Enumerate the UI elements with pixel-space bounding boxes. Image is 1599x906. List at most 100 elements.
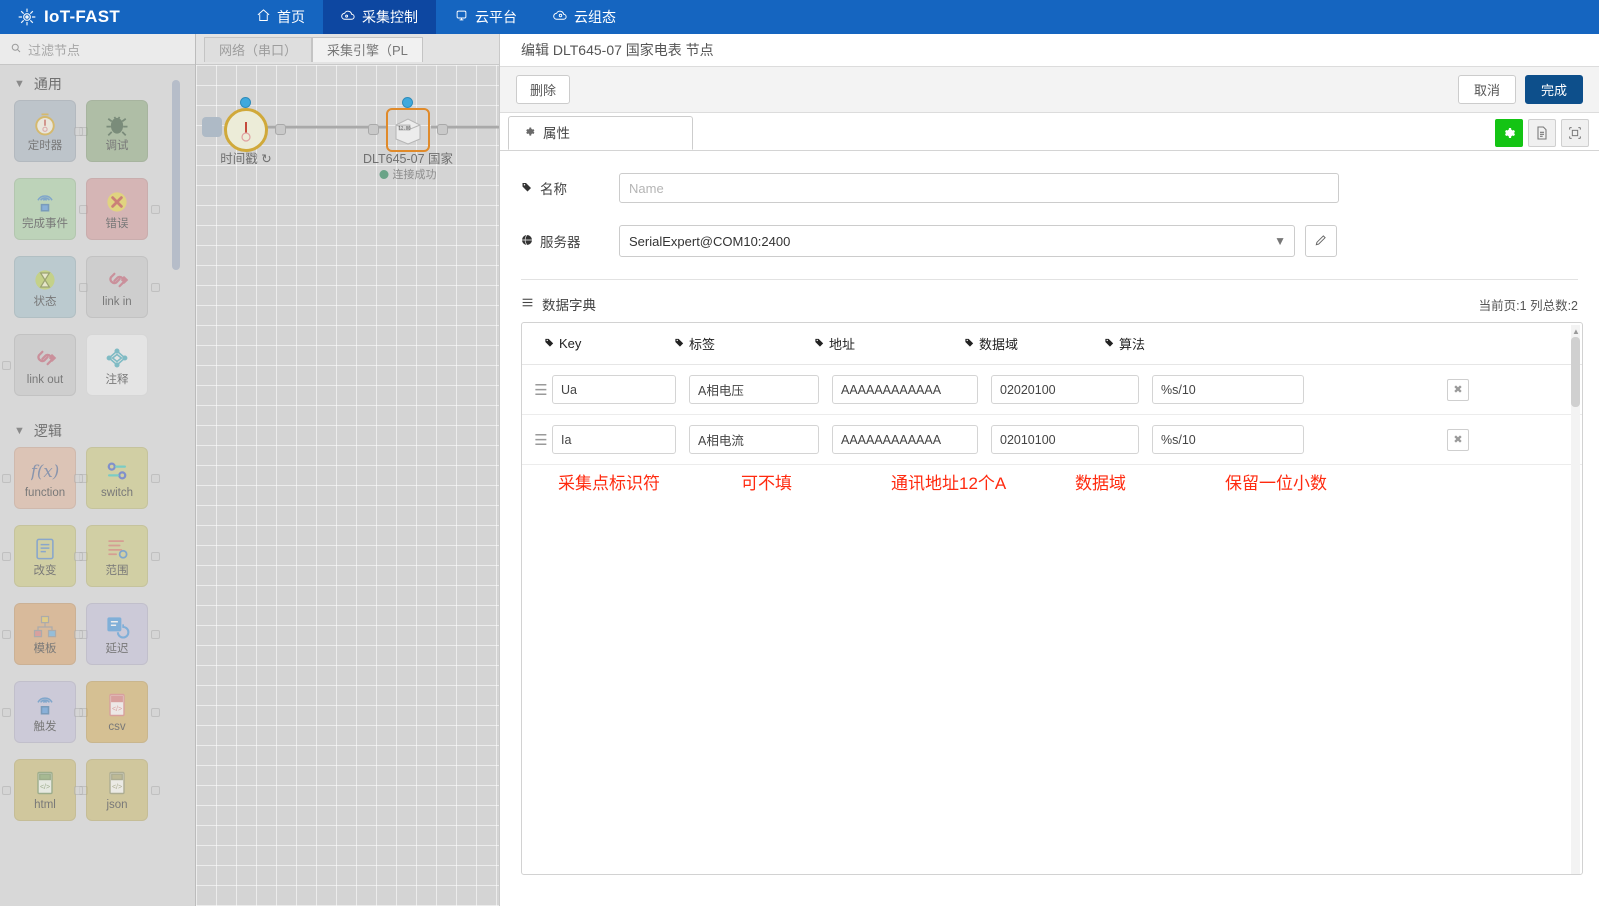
nav-item-acquisition-control[interactable]: 采集控制 xyxy=(323,0,436,34)
row-delete-button[interactable]: ✖ xyxy=(1447,378,1469,401)
palette-node-change[interactable]: 改变 xyxy=(2,525,88,587)
flow-canvas-area: 网络（串口） 采集引擎（PL 时间戳 ↻ 12.80 DLT645-07 国家 … xyxy=(196,34,499,906)
flow-node-status: 连接成功 xyxy=(379,166,437,182)
scrollbar-thumb[interactable] xyxy=(1571,337,1580,407)
palette-node-switch[interactable]: switch xyxy=(74,447,160,509)
row-key-input[interactable] xyxy=(552,425,676,454)
node-input-port xyxy=(74,786,83,795)
svg-text:</>: </> xyxy=(40,784,50,791)
list-icon xyxy=(521,296,534,312)
flow-grid[interactable]: 时间戳 ↻ 12.80 DLT645-07 国家 连接成功 xyxy=(196,65,499,906)
tag-icon xyxy=(521,181,533,196)
row-address-input[interactable] xyxy=(832,425,978,454)
appearance-icon[interactable] xyxy=(1561,119,1589,147)
node-input-port xyxy=(74,630,83,639)
brand-name: IoT-FAST xyxy=(44,7,121,26)
node-selected-handle[interactable] xyxy=(240,97,251,108)
server-select[interactable]: SerialExpert@COM10:2400 xyxy=(619,225,1295,257)
palette-category-common[interactable]: ▼ 通用 xyxy=(0,65,195,100)
node-input-port[interactable] xyxy=(368,124,379,135)
palette-node-label: json xyxy=(106,799,128,812)
description-icon[interactable] xyxy=(1528,119,1556,147)
node-selected-handle[interactable] xyxy=(402,97,413,108)
row-delete-button[interactable]: ✖ xyxy=(1447,428,1469,451)
nav-item-home[interactable]: 首页 xyxy=(238,0,323,34)
edit-server-button[interactable] xyxy=(1305,225,1337,257)
status-dot-icon xyxy=(379,169,389,179)
nav-item-cloud-scada[interactable]: 云组态 xyxy=(535,0,634,34)
link-out-icon xyxy=(31,343,59,373)
flow-node-timestamp[interactable]: 时间戳 ↻ xyxy=(220,97,286,166)
row-address-input[interactable] xyxy=(832,375,978,404)
palette-filter[interactable]: 过滤节点 xyxy=(0,34,195,65)
palette-group-logic: f(x) function switch 改变 范围 模板 延迟 触发 </> … xyxy=(0,447,195,837)
drag-handle-icon[interactable]: ☰ xyxy=(530,431,552,449)
tab-properties-label: 属性 xyxy=(543,125,570,141)
palette-node-range[interactable]: 范围 xyxy=(74,525,160,587)
palette-node-status[interactable]: 状态 xyxy=(14,256,88,318)
palette-node-comment[interactable]: 注释 xyxy=(86,334,148,396)
annotation-domain: 数据域 xyxy=(1075,474,1126,493)
flow-tabs: 网络（串口） 采集引擎（PL xyxy=(196,34,499,65)
palette-node-link-in[interactable]: link in xyxy=(86,256,160,318)
node-output-port xyxy=(151,630,160,639)
row-tag-input[interactable] xyxy=(689,425,819,454)
palette-node-complete-event[interactable]: 完成事件 xyxy=(14,178,88,240)
home-icon xyxy=(256,8,271,26)
table-scrollbar[interactable]: ▲ xyxy=(1571,325,1580,874)
drag-handle-icon[interactable]: ☰ xyxy=(530,381,552,399)
palette-node-template[interactable]: 模板 xyxy=(2,603,88,665)
data-dictionary-table: Key 标签 地址 数据域 算法 ☰ Ua A相电压 AAAAAAAAAAAA … xyxy=(521,322,1583,875)
flow-tab-network-serial[interactable]: 网络（串口） xyxy=(204,36,313,62)
name-input[interactable] xyxy=(619,173,1339,203)
change-doc-icon xyxy=(31,534,59,564)
trigger-tap-icon xyxy=(31,690,59,720)
palette-node-timer[interactable]: 定时器 xyxy=(14,100,88,162)
palette-category-label: 逻辑 xyxy=(33,423,62,439)
function-fx-icon: f(x) xyxy=(31,456,59,486)
table-row[interactable]: ☰ ✖ xyxy=(522,365,1582,415)
nav-item-cloud-platform[interactable]: 云平台 xyxy=(436,0,535,34)
palette-node-label: 注释 xyxy=(105,374,129,387)
palette-node-trigger[interactable]: 触发 xyxy=(2,681,88,743)
palette-category-logic[interactable]: ▼ 逻辑 xyxy=(0,412,195,447)
tab-properties[interactable]: 属性 xyxy=(508,116,693,150)
palette-node-debug[interactable]: 调试 xyxy=(74,100,148,162)
gear-icon[interactable] xyxy=(1495,119,1523,147)
node-output-port xyxy=(151,205,160,214)
node-output-port[interactable] xyxy=(437,124,448,135)
palette-node-error[interactable]: 错误 xyxy=(86,178,160,240)
cancel-button[interactable]: 取消 xyxy=(1458,75,1516,104)
tap-wifi-icon xyxy=(31,187,59,217)
chevron-up-icon: ▲ xyxy=(1572,327,1580,336)
hub-logo-icon xyxy=(17,7,37,27)
palette-node-csv[interactable]: </> csv xyxy=(74,681,160,743)
row-domain-input[interactable] xyxy=(991,425,1139,454)
row-domain-input[interactable] xyxy=(991,375,1139,404)
row-algorithm-input[interactable] xyxy=(1152,425,1304,454)
json-file-icon: </> xyxy=(103,768,131,798)
palette-node-function[interactable]: f(x) function xyxy=(2,447,88,509)
node-output-port[interactable] xyxy=(275,124,286,135)
flow-node-dlt645-meter[interactable]: 12.80 DLT645-07 国家 连接成功 xyxy=(363,97,453,181)
delete-button[interactable]: 删除 xyxy=(516,75,571,104)
palette-node-json[interactable]: </> json xyxy=(74,759,160,821)
palette-scrollbar[interactable] xyxy=(172,80,180,270)
flow-node-stub[interactable] xyxy=(202,117,222,137)
search-icon xyxy=(10,42,22,57)
row-key-input[interactable] xyxy=(552,375,676,404)
svg-text:f(x): f(x) xyxy=(31,462,59,481)
row-tag-input[interactable] xyxy=(689,375,819,404)
palette-node-html[interactable]: </> html xyxy=(2,759,88,821)
flow-node-label: 时间戳 ↻ xyxy=(220,152,272,166)
node-input-port xyxy=(2,361,11,370)
table-row[interactable]: ☰ ✖ xyxy=(522,415,1582,465)
node-input-port xyxy=(2,630,11,639)
palette-node-link-out[interactable]: link out xyxy=(2,334,76,396)
node-output-port xyxy=(151,786,160,795)
column-header-key: Key xyxy=(544,336,674,351)
flow-tab-acquisition-engine[interactable]: 采集引擎（PL xyxy=(312,36,423,62)
done-button[interactable]: 完成 xyxy=(1525,75,1583,104)
row-algorithm-input[interactable] xyxy=(1152,375,1304,404)
palette-node-delay[interactable]: 延迟 xyxy=(74,603,160,665)
